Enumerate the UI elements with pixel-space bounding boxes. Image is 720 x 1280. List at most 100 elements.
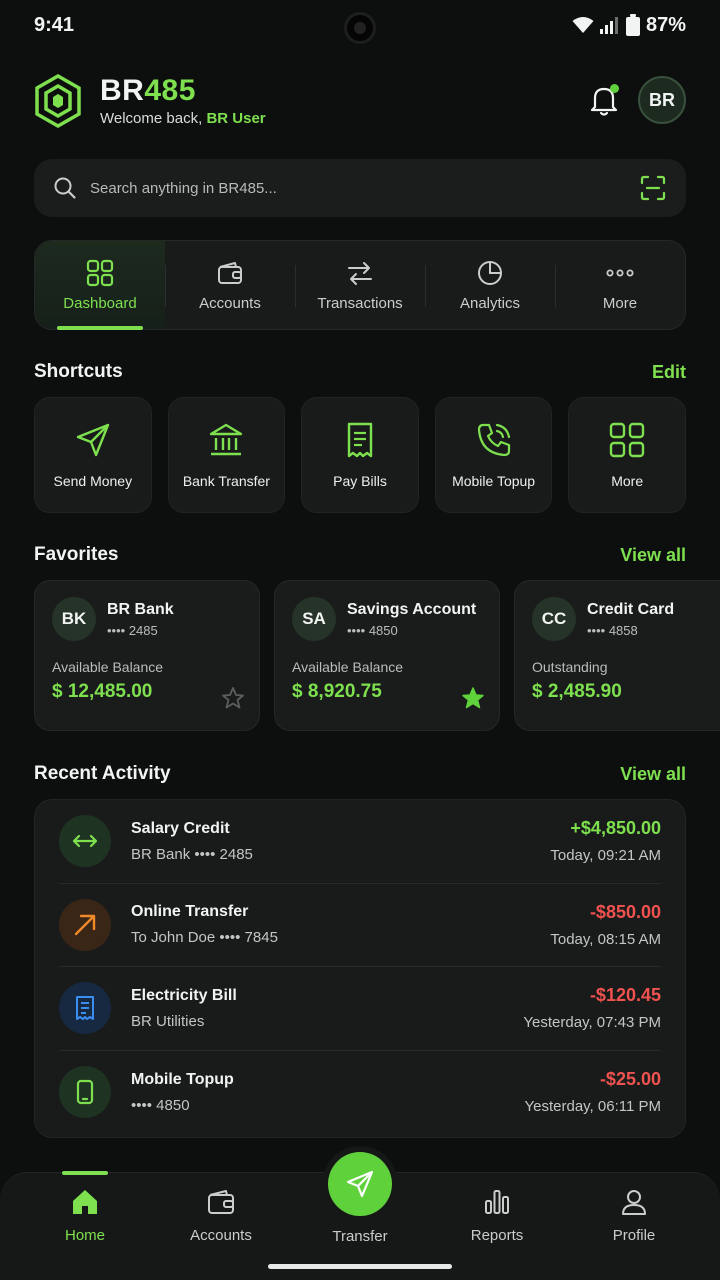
bottom-nav-label: Accounts [190,1227,252,1244]
wifi-icon [572,17,594,33]
activity-amount: -$25.00 [599,1069,661,1090]
grid-icon [609,422,645,458]
phone-icon [477,423,510,457]
tab-dashboard[interactable]: Dashboard [35,241,165,330]
favorites-view-all[interactable]: View all [620,545,686,566]
bottom-nav-home[interactable]: Home [30,1187,140,1244]
recent-activity-view-all[interactable]: View all [620,764,686,785]
shortcut-mobile-topup[interactable]: Mobile Topup [434,397,553,513]
shortcut-pay-bills[interactable]: Pay Bills [301,397,419,513]
welcome-user: BR User [206,110,266,127]
activity-subtitle: BR Utilities [131,1012,205,1030]
camera-cutout [344,12,376,44]
tab-transactions[interactable]: Transactions [295,241,425,329]
swap-icon [348,261,372,285]
favorite-amount: $ 12,485.00 [52,681,153,702]
send-icon [346,1170,374,1198]
exchange-icon [59,815,111,868]
bottom-nav-profile[interactable]: Profile [579,1187,689,1244]
mobile-icon [59,1066,111,1119]
favorite-number: •••• 4858 [587,622,638,638]
star-filled-icon[interactable] [461,686,485,710]
signal-icon [599,17,618,34]
brand-name: BR485 [100,75,266,107]
wallet-icon [218,261,242,284]
activity-subtitle: To John Doe •••• 7845 [131,929,278,947]
grid-icon [86,259,114,286]
receipt-icon [347,422,373,458]
activity-amount: +$4,850.00 [570,818,661,839]
welcome-prefix: Welcome back, [100,110,207,127]
battery-icon [625,14,640,36]
activity-time: Yesterday, 07:43 PM [523,1014,661,1032]
shortcut-bank-transfer[interactable]: Bank Transfer [167,397,286,513]
bank-icon [210,423,243,456]
tab-more[interactable]: More [555,241,685,329]
search-bar[interactable]: Search anything in BR485... [34,159,686,217]
favorite-name: Savings Account [347,600,477,618]
active-indicator [62,1171,108,1175]
shortcut-more[interactable]: More [568,397,686,513]
search-icon [54,177,76,199]
tab-analytics[interactable]: Analytics [425,241,555,329]
arrow-up-right-icon [59,898,111,951]
brand-suffix: 485 [144,74,196,107]
scan-icon[interactable] [640,175,666,201]
favorite-initials: BK [52,597,96,641]
transfer-fab-button[interactable] [328,1152,392,1216]
activity-time: Today, 09:21 AM [550,847,661,865]
home-indicator[interactable] [268,1264,452,1269]
favorite-number: •••• 4850 [347,622,398,638]
avatar[interactable]: BR [638,76,686,124]
notification-dot [610,84,619,93]
activity-row[interactable]: Mobile Topup •••• 4850 -$25.00 Yesterday… [59,1051,661,1135]
activity-row[interactable]: Electricity Bill BR Utilities -$120.45 Y… [59,967,661,1051]
favorite-card-savings[interactable]: SA Savings Account •••• 4850 Available B… [274,580,500,731]
bottom-nav-label: Profile [612,1227,656,1244]
status-indicators: 87% [572,14,686,37]
bill-icon [59,982,111,1035]
send-icon [76,423,109,457]
bar-chart-icon [485,1190,509,1214]
user-icon [622,1190,646,1215]
activity-subtitle: •••• 4850 [131,1096,190,1114]
favorite-initials: SA [292,597,336,641]
favorite-balance-label: Available Balance [292,659,404,675]
tab-accounts[interactable]: Accounts [165,241,295,329]
activity-amount: -$850.00 [589,901,661,922]
transfer-label: Transfer [332,1228,388,1245]
shortcut-label: More [611,473,644,489]
favorite-initials: CC [532,597,576,641]
shortcut-send-money[interactable]: Send Money [34,397,152,513]
bottom-nav-label: Home [64,1227,105,1244]
main-nav-tabs: Dashboard Accounts Transactions Analytic… [34,240,686,330]
activity-time: Yesterday, 06:11 PM [524,1098,661,1116]
shortcut-label: Mobile Topup [452,473,536,489]
shortcuts-row: Send Money Bank Transfer Pay Bills Mobil… [34,397,686,513]
tab-label: Analytics [459,294,521,312]
app-header: BR485 Welcome back, BR User BR [34,72,686,130]
recent-activity-list: Salary Credit BR Bank •••• 2485 +$4,850.… [34,799,686,1138]
bottom-nav-reports[interactable]: Reports [442,1187,552,1244]
welcome-text: Welcome back, BR User [100,110,266,127]
favorite-card-br-bank[interactable]: BK BR Bank •••• 2485 Available Balance $… [34,580,260,731]
favorite-card-credit-card[interactable]: CC Credit Card •••• 4858 Outstanding $ 2… [514,580,720,731]
shortcuts-edit-button[interactable]: Edit [652,362,686,383]
tab-label: Transactions [317,294,403,312]
search-input[interactable]: Search anything in BR485... [90,180,640,197]
favorites-title: Favorites [34,544,119,565]
activity-amount: -$120.45 [589,985,661,1006]
pie-chart-icon [478,260,502,285]
activity-row[interactable]: Online Transfer To John Doe •••• 7845 -$… [59,884,661,967]
favorites-carousel: BK BR Bank •••• 2485 Available Balance $… [34,580,720,731]
star-outline-icon[interactable] [221,686,245,710]
favorite-name: Credit Card [587,600,675,618]
brand-prefix: BR [100,74,145,107]
bottom-nav-accounts[interactable]: Accounts [166,1187,276,1244]
status-time: 9:41 [34,13,75,36]
home-icon [73,1190,97,1214]
favorite-balance-label: Outstanding [532,659,608,675]
shortcut-label: Bank Transfer [182,473,270,489]
more-dots-icon [606,268,634,276]
activity-row[interactable]: Salary Credit BR Bank •••• 2485 +$4,850.… [59,800,661,884]
